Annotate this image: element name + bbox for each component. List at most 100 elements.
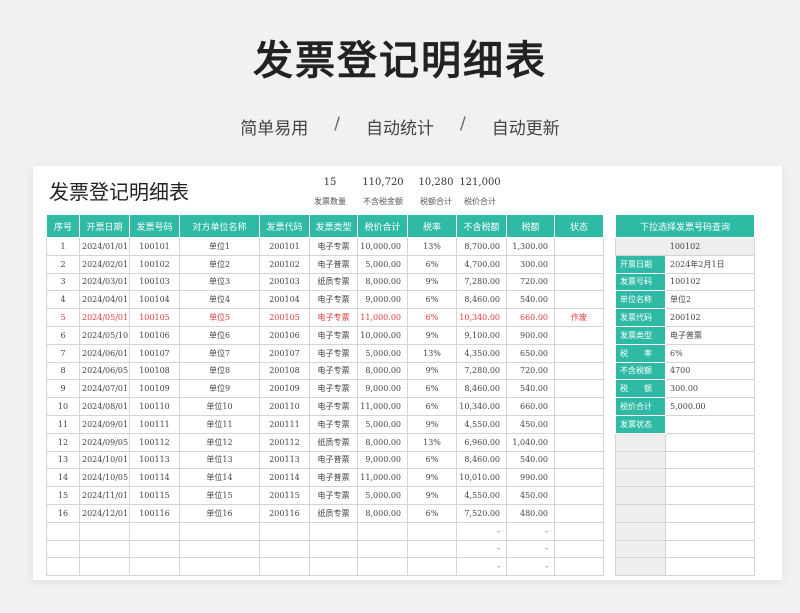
cell-status[interactable]: [554, 361, 604, 381]
cell-number[interactable]: 100115: [129, 486, 180, 505]
cell-net[interactable]: 6,960.00: [456, 432, 507, 452]
cell-tax[interactable]: 540.00: [506, 290, 555, 310]
cell-tax[interactable]: -: [506, 521, 555, 541]
cell-status[interactable]: [554, 237, 604, 256]
cell-number[interactable]: 100104: [129, 290, 180, 310]
cell-tax[interactable]: 720.00: [506, 361, 555, 381]
invoice-number-dropdown[interactable]: 100102: [614, 237, 756, 256]
cell-date[interactable]: 2024/05/01: [79, 308, 130, 327]
cell-net[interactable]: -: [456, 557, 507, 577]
cell-tax[interactable]: 480.00: [506, 503, 555, 523]
cell-date[interactable]: 2024/10/05: [79, 468, 130, 488]
cell-total[interactable]: 11,000.00: [357, 397, 408, 416]
cell-company[interactable]: [179, 539, 260, 559]
cell-total[interactable]: 8,000.00: [357, 503, 408, 523]
cell-total[interactable]: [357, 521, 408, 541]
cell-date[interactable]: 2024/02/01: [79, 254, 130, 274]
cell-net[interactable]: 4,550.00: [456, 414, 507, 434]
cell-type[interactable]: 电子专票: [309, 397, 358, 416]
cell-status[interactable]: [554, 414, 604, 434]
cell-no[interactable]: 1: [46, 237, 80, 256]
cell-date[interactable]: 2024/09/05: [79, 432, 130, 452]
cell-company[interactable]: [179, 521, 260, 541]
cell-number[interactable]: [129, 539, 180, 559]
cell-rate[interactable]: 6%: [407, 503, 457, 523]
cell-type[interactable]: 电子专票: [309, 414, 358, 434]
cell-date[interactable]: 2024/09/01: [79, 414, 130, 434]
cell-tax[interactable]: 1,040.00: [506, 432, 555, 452]
cell-no[interactable]: 9: [46, 379, 80, 399]
cell-company[interactable]: 单位13: [179, 450, 260, 470]
cell-type[interactable]: 电子专票: [309, 237, 358, 256]
cell-no[interactable]: 11: [46, 414, 80, 434]
cell-rate[interactable]: 6%: [407, 308, 457, 327]
cell-company[interactable]: 单位10: [179, 397, 260, 416]
cell-status[interactable]: [554, 468, 604, 488]
cell-tax[interactable]: 540.00: [506, 450, 555, 470]
cell-tax[interactable]: 540.00: [506, 379, 555, 399]
cell-tax[interactable]: 900.00: [506, 325, 555, 345]
cell-company[interactable]: 单位5: [179, 308, 260, 327]
cell-code[interactable]: 200114: [259, 468, 310, 488]
cell-type[interactable]: 电子普票: [309, 468, 358, 488]
cell-number[interactable]: 100101: [129, 237, 180, 256]
cell-company[interactable]: 单位16: [179, 503, 260, 523]
cell-rate[interactable]: 9%: [407, 361, 457, 381]
cell-rate[interactable]: [407, 521, 457, 541]
cell-no[interactable]: 5: [46, 308, 80, 327]
cell-date[interactable]: 2024/06/01: [79, 343, 130, 363]
cell-rate[interactable]: 9%: [407, 486, 457, 505]
cell-number[interactable]: 100105: [129, 308, 180, 327]
cell-number[interactable]: 100114: [129, 468, 180, 488]
cell-code[interactable]: 200116: [259, 503, 310, 523]
cell-type[interactable]: 电子专票: [309, 290, 358, 310]
cell-net[interactable]: 7,280.00: [456, 272, 507, 292]
cell-company[interactable]: 单位15: [179, 486, 260, 505]
cell-company[interactable]: 单位6: [179, 325, 260, 345]
cell-no[interactable]: [46, 539, 80, 559]
cell-net[interactable]: 10,010.00: [456, 468, 507, 488]
cell-date[interactable]: 2024/01/01: [79, 237, 130, 256]
cell-number[interactable]: 100106: [129, 325, 180, 345]
cell-tax[interactable]: 720.00: [506, 272, 555, 292]
cell-date[interactable]: 2024/12/01: [79, 503, 130, 523]
cell-code[interactable]: 200105: [259, 308, 310, 327]
cell-tax[interactable]: 300.00: [506, 254, 555, 274]
cell-company[interactable]: 单位14: [179, 468, 260, 488]
cell-number[interactable]: 100107: [129, 343, 180, 363]
cell-number[interactable]: [129, 557, 180, 577]
cell-company[interactable]: 单位8: [179, 361, 260, 381]
cell-code[interactable]: 200106: [259, 325, 310, 345]
cell-company[interactable]: 单位12: [179, 432, 260, 452]
cell-tax[interactable]: 650.00: [506, 343, 555, 363]
cell-code[interactable]: [259, 557, 310, 577]
cell-total[interactable]: 9,000.00: [357, 290, 408, 310]
cell-total[interactable]: 9,000.00: [357, 450, 408, 470]
cell-rate[interactable]: 13%: [407, 432, 457, 452]
cell-status[interactable]: [554, 397, 604, 416]
cell-tax[interactable]: 450.00: [506, 486, 555, 505]
cell-status[interactable]: 作废: [554, 308, 604, 327]
cell-number[interactable]: 100112: [129, 432, 180, 452]
cell-total[interactable]: 11,000.00: [357, 468, 408, 488]
cell-company[interactable]: 单位11: [179, 414, 260, 434]
cell-rate[interactable]: 6%: [407, 450, 457, 470]
cell-type[interactable]: 电子普票: [309, 450, 358, 470]
cell-net[interactable]: 8,460.00: [456, 450, 507, 470]
cell-code[interactable]: [259, 521, 310, 541]
cell-company[interactable]: 单位3: [179, 272, 260, 292]
cell-tax[interactable]: 660.00: [506, 308, 555, 327]
cell-rate[interactable]: 9%: [407, 468, 457, 488]
cell-net[interactable]: 9,100.00: [456, 325, 507, 345]
cell-no[interactable]: 13: [46, 450, 80, 470]
cell-no[interactable]: 8: [46, 361, 80, 381]
cell-company[interactable]: 单位4: [179, 290, 260, 310]
cell-rate[interactable]: 6%: [407, 254, 457, 274]
cell-type[interactable]: 电子专票: [309, 486, 358, 505]
cell-code[interactable]: 200102: [259, 254, 310, 274]
cell-date[interactable]: 2024/05/10: [79, 325, 130, 345]
cell-number[interactable]: 100109: [129, 379, 180, 399]
cell-code[interactable]: 200115: [259, 486, 310, 505]
cell-number[interactable]: [129, 521, 180, 541]
cell-total[interactable]: 5,000.00: [357, 254, 408, 274]
